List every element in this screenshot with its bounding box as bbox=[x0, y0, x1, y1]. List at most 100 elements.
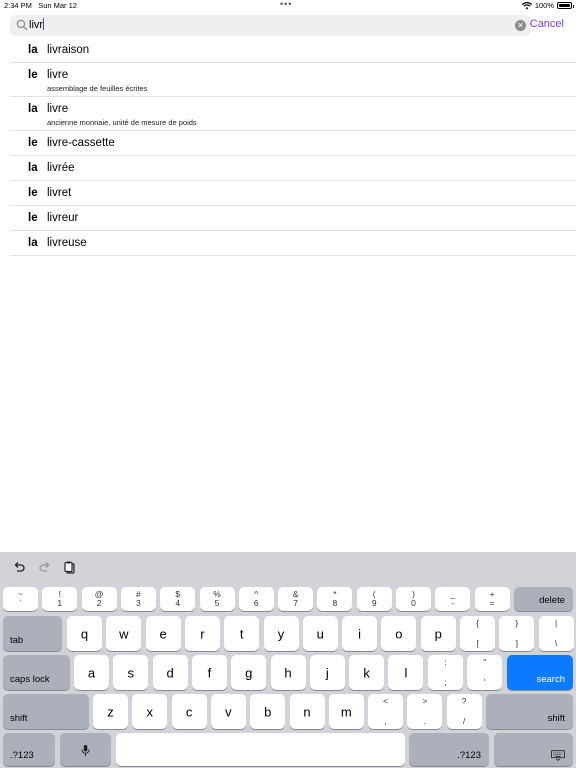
result-row[interactable]: la livre ancienne monnaie, unité de mesure… bbox=[10, 97, 576, 131]
multitasking-dots-icon[interactable]: ••• bbox=[280, 0, 292, 9]
key-number[interactable]: ) 0 bbox=[396, 587, 431, 611]
key-number[interactable]: _ - bbox=[435, 587, 471, 611]
result-article: le bbox=[28, 137, 38, 149]
key-number[interactable]: (9 bbox=[356, 587, 392, 611]
key-number[interactable]: * 8 bbox=[317, 587, 353, 611]
key-letter[interactable]: v bbox=[210, 694, 246, 729]
key-letter[interactable]: a bbox=[74, 655, 109, 690]
key-symbol[interactable]: <, bbox=[368, 694, 403, 729]
key-letter[interactable]: h bbox=[270, 655, 306, 690]
key-letter[interactable]: b bbox=[250, 694, 286, 729]
key-label: shift bbox=[547, 713, 565, 724]
result-row[interactable]: le livret bbox=[10, 181, 576, 206]
key-symbol[interactable]: >. bbox=[407, 694, 443, 729]
key-number[interactable]: % 5 bbox=[199, 587, 235, 611]
key-symbol[interactable]: {[ bbox=[460, 616, 495, 651]
battery-icon bbox=[557, 2, 574, 9]
paste-icon[interactable] bbox=[63, 561, 77, 575]
key-symbol[interactable]: ? / bbox=[446, 694, 482, 729]
numbers-key-right[interactable]: .?123 bbox=[409, 733, 489, 766]
key-base-char: 0 bbox=[411, 598, 416, 608]
key-letter[interactable]: o bbox=[381, 616, 417, 651]
key-number[interactable]: ! 1 bbox=[42, 587, 78, 611]
key-char: z bbox=[107, 704, 114, 719]
key-symbol[interactable]: }] bbox=[499, 616, 535, 651]
search-field[interactable]: livr ✕ bbox=[10, 15, 531, 36]
key-number[interactable]: @2 bbox=[81, 587, 117, 611]
key-number[interactable]: & 7 bbox=[278, 587, 314, 611]
clear-text-icon[interactable]: ✕ bbox=[515, 20, 526, 31]
key-letter[interactable]: g bbox=[231, 655, 267, 690]
key-symbol[interactable]: :; bbox=[428, 655, 463, 690]
key-letter[interactable]: y bbox=[263, 616, 299, 651]
result-definition: assemblage de feuilles écrites bbox=[47, 84, 148, 93]
key-letter[interactable]: i bbox=[342, 616, 378, 651]
key-letter[interactable]: m bbox=[328, 694, 364, 729]
key-label: tab bbox=[10, 635, 24, 646]
shift-key-left[interactable]: shift bbox=[3, 694, 89, 729]
result-article: le bbox=[28, 212, 38, 224]
key-letter[interactable]: e bbox=[145, 616, 181, 651]
key-base-char: 8 bbox=[332, 598, 338, 608]
key-label: caps lock bbox=[10, 674, 50, 685]
key-base-char: 7 bbox=[293, 598, 298, 608]
key-number[interactable]: ^ 6 bbox=[238, 587, 274, 611]
key-char: j bbox=[325, 665, 329, 680]
redo-icon[interactable] bbox=[38, 561, 52, 575]
result-row[interactable]: la livreuse bbox=[10, 231, 576, 256]
key-letter[interactable]: p bbox=[420, 616, 456, 651]
key-letter[interactable]: j bbox=[309, 655, 345, 690]
key-letter[interactable]: q bbox=[67, 616, 102, 651]
key-char: v bbox=[225, 704, 232, 719]
key-letter[interactable]: f bbox=[191, 655, 227, 690]
key-symbol[interactable]: | \ bbox=[538, 616, 574, 651]
key-letter[interactable]: w bbox=[106, 616, 142, 651]
key-letter[interactable]: k bbox=[349, 655, 385, 690]
key-letter[interactable]: r bbox=[184, 616, 220, 651]
key-number[interactable]: $4 bbox=[160, 587, 196, 611]
key-letter[interactable]: l bbox=[388, 655, 424, 690]
key-letter[interactable]: x bbox=[132, 694, 168, 729]
dictation-key[interactable] bbox=[60, 733, 111, 766]
space-key[interactable] bbox=[116, 733, 405, 766]
result-row[interactable]: le livreur bbox=[10, 206, 576, 231]
result-row[interactable]: le livre-cassette bbox=[10, 131, 576, 156]
cancel-button[interactable]: Cancel bbox=[530, 18, 564, 30]
key-char: l bbox=[404, 665, 408, 680]
search-input[interactable]: livr bbox=[29, 18, 45, 31]
shift-key-right[interactable]: shift bbox=[486, 694, 573, 729]
key-label: shift bbox=[10, 713, 28, 724]
numbers-key-left[interactable]: .?123 bbox=[3, 733, 55, 766]
key-label: .?123 bbox=[10, 750, 34, 761]
tab-key[interactable]: tab bbox=[3, 616, 62, 651]
caps-lock-key[interactable]: caps lock bbox=[3, 655, 70, 690]
result-word: livre bbox=[47, 103, 69, 115]
result-row[interactable]: le livre assemblage de feuilles écrites bbox=[10, 63, 576, 97]
hide-keyboard-key[interactable] bbox=[494, 733, 573, 766]
key-letter[interactable]: n bbox=[289, 694, 325, 729]
key-number[interactable]: + = bbox=[474, 587, 510, 611]
result-definition: ancienne monnaie, unité de mesure de poi… bbox=[47, 118, 197, 127]
key-letter[interactable]: s bbox=[113, 655, 149, 690]
key-base-char: \ bbox=[554, 638, 558, 648]
delete-key[interactable]: delete bbox=[514, 587, 573, 611]
key-letter[interactable]: u bbox=[302, 616, 338, 651]
key-letter[interactable]: d bbox=[152, 655, 188, 690]
key-letter[interactable]: t bbox=[224, 616, 260, 651]
key-number[interactable]: ~ ` bbox=[3, 587, 38, 611]
result-word: livreuse bbox=[47, 237, 87, 249]
key-symbol[interactable]: " ' bbox=[467, 655, 503, 690]
result-article: le bbox=[28, 69, 38, 81]
key-letter[interactable]: z bbox=[93, 694, 128, 729]
result-article: le bbox=[28, 187, 38, 199]
key-char: x bbox=[146, 704, 154, 719]
key-number[interactable]: #3 bbox=[120, 587, 156, 611]
result-row[interactable]: la livrée bbox=[10, 156, 576, 181]
undo-icon[interactable] bbox=[12, 561, 26, 575]
search-key[interactable]: search bbox=[507, 655, 573, 690]
key-char: o bbox=[395, 626, 403, 641]
result-row[interactable]: la livraison bbox=[10, 38, 576, 63]
key-letter[interactable]: c bbox=[171, 694, 207, 729]
key-label: .?123 bbox=[457, 750, 481, 761]
key-base-char: 4 bbox=[175, 598, 181, 608]
